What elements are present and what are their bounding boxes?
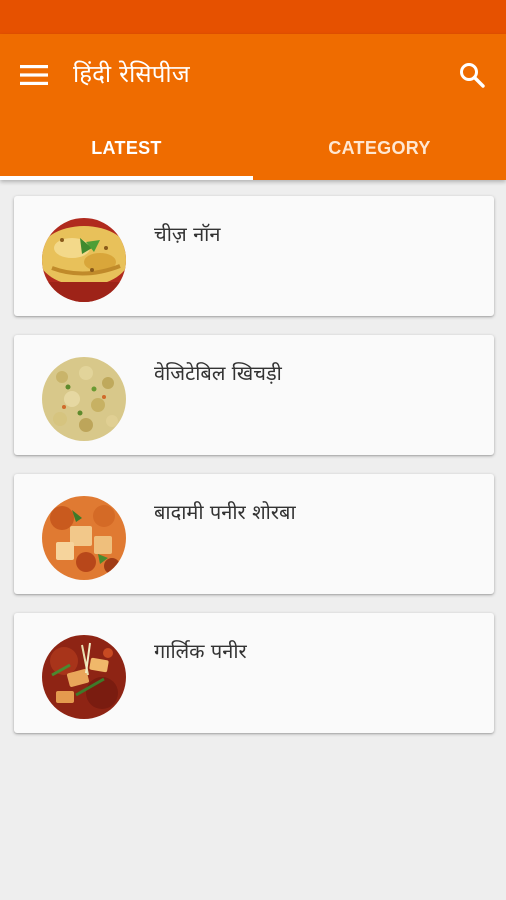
- recipe-card-garlic-paneer[interactable]: गार्लिक पनीर: [14, 613, 494, 733]
- toolbar: हिंदी रेसिपीज: [0, 34, 506, 116]
- tab-bar: LATEST CATEGORY: [0, 116, 506, 180]
- recipe-title: बादामी पनीर शोरबा: [154, 500, 296, 524]
- tab-latest[interactable]: LATEST: [0, 116, 253, 180]
- recipe-title: गार्लिक पनीर: [154, 639, 247, 663]
- status-bar: [0, 0, 506, 34]
- recipe-card-badami-paneer-shorba[interactable]: बादामी पनीर शोरबा: [14, 474, 494, 594]
- tab-indicator: [0, 176, 253, 180]
- app-bar: हिंदी रेसिपीज LATEST CATEGORY: [0, 34, 506, 180]
- recipe-card-vegetable-khichdi[interactable]: वेजिटेबिल खिचड़ी: [14, 335, 494, 455]
- app-title: हिंदी रेसिपीज: [73, 60, 190, 88]
- search-button[interactable]: [452, 55, 492, 95]
- recipe-card-cheese-naan[interactable]: चीज़ नॉन: [14, 196, 494, 316]
- tab-category[interactable]: CATEGORY: [253, 116, 506, 180]
- badami-paneer-shorba-photo: [42, 496, 126, 580]
- tab-latest-label: LATEST: [91, 137, 162, 158]
- menu-icon: [20, 65, 48, 85]
- vegetable-khichdi-photo: [42, 357, 126, 441]
- recipe-list: चीज़ नॉन वेजिटेबिल खिचड़ी बादामी पनीर शो…: [14, 196, 494, 752]
- recipe-title: वेजिटेबिल खिचड़ी: [154, 361, 282, 385]
- search-icon: [460, 63, 485, 88]
- recipe-title: चीज़ नॉन: [154, 222, 221, 246]
- cheese-naan-photo: [42, 218, 126, 302]
- tab-category-label: CATEGORY: [328, 137, 431, 158]
- menu-button[interactable]: [14, 55, 54, 95]
- garlic-paneer-photo: [42, 635, 126, 719]
